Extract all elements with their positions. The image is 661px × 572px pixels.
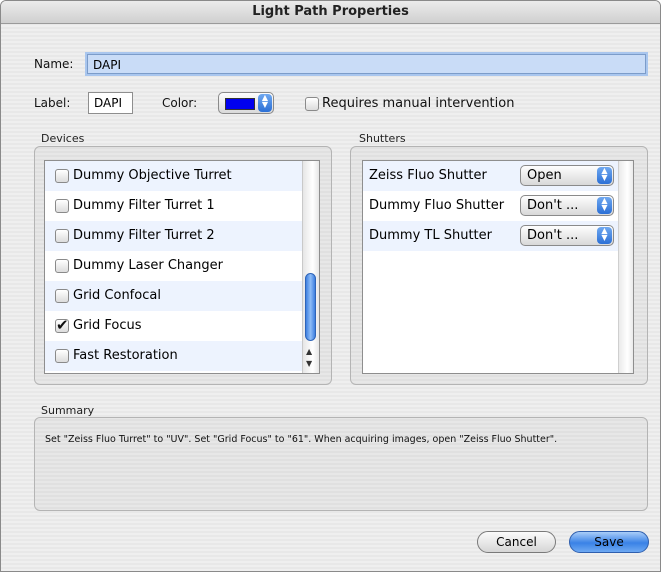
device-checkbox[interactable] xyxy=(55,316,69,334)
label-label: Label: xyxy=(34,96,71,110)
scroll-thumb[interactable] xyxy=(305,273,316,341)
devices-title: Devices xyxy=(41,132,85,145)
shutter-label: Dummy TL Shutter xyxy=(369,228,492,243)
device-checkbox[interactable] xyxy=(55,259,69,273)
cancel-button[interactable]: Cancel xyxy=(477,531,556,553)
device-row[interactable]: Dummy Filter Turret 2 xyxy=(45,221,303,251)
device-checkbox[interactable] xyxy=(55,169,69,183)
stepper-arrows-icon: ▲ ▼ xyxy=(258,94,272,112)
device-label: Fast Restoration xyxy=(73,348,178,363)
shutters-list: Zeiss Fluo Shutter Open ▲ ▼ Dummy Fluo Sh… xyxy=(362,160,634,374)
shutter-row: Dummy Fluo Shutter Don't ... ▲ ▼ xyxy=(363,191,618,221)
manual-intervention-label: Requires manual intervention xyxy=(322,96,515,111)
scroll-up-arrow-icon[interactable]: ▲ xyxy=(306,347,312,356)
manual-intervention-checkbox[interactable] xyxy=(305,97,319,114)
shutter-state-value: Don't ... xyxy=(527,228,579,243)
shutters-title: Shutters xyxy=(359,132,406,145)
window-title: Light Path Properties xyxy=(1,1,660,24)
summary-box: Set "Zeiss Fluo Turret" to "UV". Set "Gr… xyxy=(34,417,648,511)
name-field[interactable]: DAPI xyxy=(87,54,646,74)
device-label: Dummy Objective Turret xyxy=(73,168,232,183)
device-row[interactable]: Grid Confocal xyxy=(45,281,303,311)
device-row[interactable]: Dummy Laser Changer xyxy=(45,251,303,281)
scroll-down-arrow-icon[interactable]: ▼ xyxy=(306,359,312,368)
summary-title: Summary xyxy=(41,404,95,417)
color-label: Color: xyxy=(162,96,198,110)
shutters-scrollbar[interactable] xyxy=(618,161,633,373)
device-row[interactable]: Dummy Objective Turret xyxy=(45,161,303,191)
device-row[interactable]: Dummy Filter Turret 1 xyxy=(45,191,303,221)
checkbox-icon xyxy=(305,97,319,111)
device-checkbox[interactable] xyxy=(55,229,69,243)
shutter-label: Dummy Fluo Shutter xyxy=(369,198,505,213)
save-button[interactable]: Save xyxy=(569,531,649,553)
shutter-row: Zeiss Fluo Shutter Open ▲ ▼ xyxy=(363,161,618,191)
shutter-label: Zeiss Fluo Shutter xyxy=(369,168,487,183)
device-checkbox[interactable] xyxy=(55,289,69,303)
shutter-state-value: Open xyxy=(527,168,562,183)
device-checkbox[interactable] xyxy=(55,349,69,363)
device-row[interactable]: Grid Focus xyxy=(45,311,303,341)
devices-list: Dummy Objective Turret Dummy Filter Turr… xyxy=(44,160,320,374)
shutter-state-popup[interactable]: Open ▲ ▼ xyxy=(520,165,614,186)
popup-arrows-icon: ▲ ▼ xyxy=(597,227,612,244)
device-label: Dummy Filter Turret 2 xyxy=(73,228,215,243)
shutter-state-popup[interactable]: Don't ... ▲ ▼ xyxy=(520,225,614,246)
shutter-row: Dummy TL Shutter Don't ... ▲ ▼ xyxy=(363,221,618,251)
shutter-state-value: Don't ... xyxy=(527,198,579,213)
device-label: Grid Confocal xyxy=(73,288,161,303)
summary-text: Set "Zeiss Fluo Turret" to "UV". Set "Gr… xyxy=(45,434,558,445)
device-checkbox[interactable] xyxy=(55,199,69,213)
popup-arrows-icon: ▲ ▼ xyxy=(597,167,612,184)
color-swatch xyxy=(225,98,255,110)
popup-arrows-icon: ▲ ▼ xyxy=(597,197,612,214)
device-label: Dummy Laser Changer xyxy=(73,258,223,273)
device-row[interactable]: Fast Restoration xyxy=(45,341,303,371)
name-label: Name: xyxy=(34,57,74,71)
light-path-properties-window: Light Path Properties Name: DAPI Label: … xyxy=(0,0,661,572)
device-label: Dummy Filter Turret 1 xyxy=(73,198,215,213)
label-field[interactable]: DAPI xyxy=(88,92,133,114)
color-popup[interactable]: ▲ ▼ xyxy=(218,92,274,114)
device-label: Grid Focus xyxy=(73,318,142,333)
shutter-state-popup[interactable]: Don't ... ▲ ▼ xyxy=(520,195,614,216)
devices-scrollbar[interactable]: ▲ ▼ xyxy=(302,161,319,373)
